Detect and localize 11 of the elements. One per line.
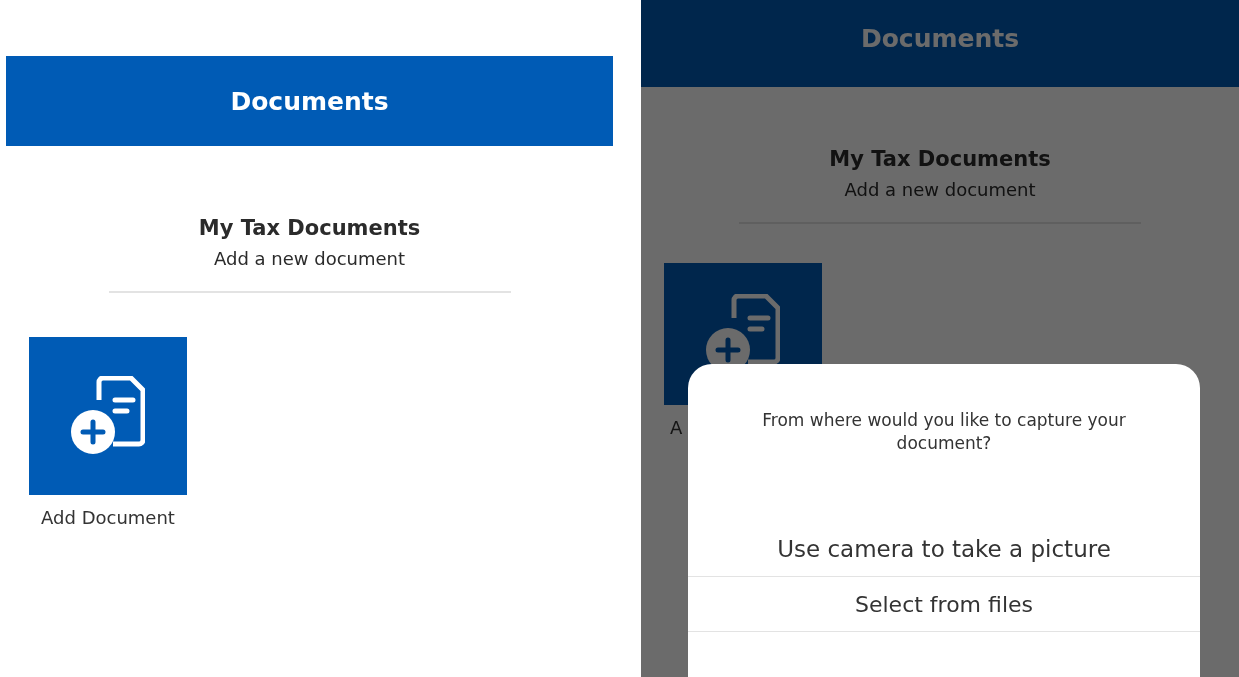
header-title: Documents bbox=[230, 86, 389, 116]
section-title: My Tax Documents bbox=[198, 216, 421, 240]
section-subtitle: Add a new document bbox=[213, 248, 406, 269]
header-title: Documents bbox=[860, 24, 1020, 53]
section-title: My Tax Documents bbox=[829, 147, 1051, 171]
tile-label: Add Document bbox=[41, 507, 175, 528]
document-plus-icon bbox=[71, 376, 145, 456]
sheet-prompt: From where would you like to capture your document? bbox=[761, 409, 1127, 455]
tile-label: A bbox=[670, 417, 683, 438]
section-subtitle: Add a new document bbox=[844, 179, 1036, 200]
add-document-tile[interactable] bbox=[29, 337, 187, 495]
